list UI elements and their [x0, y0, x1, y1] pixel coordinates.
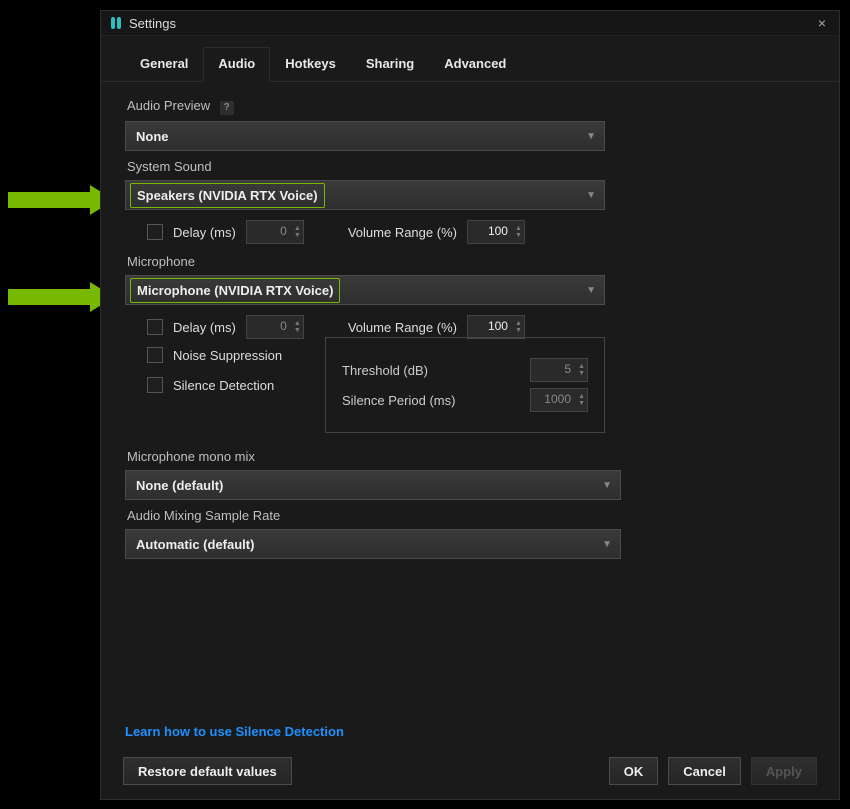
mono-mix-label: Microphone mono mix — [125, 447, 815, 470]
tab-hotkeys[interactable]: Hotkeys — [270, 47, 351, 82]
mic-delay-value: 0 — [280, 319, 287, 333]
microphone-value: Microphone (NVIDIA RTX Voice) — [130, 278, 340, 303]
system-delay-label: Delay (ms) — [173, 225, 236, 240]
mono-mix-select[interactable]: None (default) ▼ — [125, 470, 621, 500]
dialog-footer: Restore default values OK Cancel Apply — [101, 747, 839, 799]
threshold-label: Threshold (dB) — [342, 363, 428, 378]
noise-suppression-label: Noise Suppression — [173, 348, 282, 363]
threshold-value: 5 — [564, 362, 571, 376]
system-volume-label: Volume Range (%) — [348, 225, 457, 240]
apply-button[interactable]: Apply — [751, 757, 817, 785]
chevron-down-icon: ▼ — [586, 181, 596, 209]
noise-suppression-checkbox[interactable] — [147, 347, 163, 363]
silence-period-label: Silence Period (ms) — [342, 393, 455, 408]
close-icon[interactable]: × — [813, 15, 831, 31]
sample-rate-value: Automatic (default) — [136, 537, 254, 552]
system-delay-stepper[interactable]: 0 ▲▼ — [246, 220, 304, 244]
audio-preview-text: Audio Preview — [127, 98, 210, 113]
restore-defaults-button[interactable]: Restore default values — [123, 757, 292, 785]
app-logo-icon — [109, 16, 123, 30]
window-title: Settings — [129, 16, 813, 31]
system-sound-label: System Sound — [125, 157, 815, 180]
system-volume-stepper[interactable]: 100 ▲▼ — [467, 220, 525, 244]
sample-rate-select[interactable]: Automatic (default) ▼ — [125, 529, 621, 559]
microphone-select[interactable]: Microphone (NVIDIA RTX Voice) ▼ — [125, 275, 605, 305]
mic-delay-checkbox[interactable] — [147, 319, 163, 335]
titlebar: Settings × — [101, 11, 839, 36]
silence-detection-link[interactable]: Learn how to use Silence Detection — [125, 720, 344, 743]
mic-delay-label: Delay (ms) — [173, 320, 236, 335]
system-sound-select[interactable]: Speakers (NVIDIA RTX Voice) ▼ — [125, 180, 605, 210]
cancel-button[interactable]: Cancel — [668, 757, 741, 785]
chevron-down-icon: ▼ — [602, 530, 612, 558]
microphone-label: Microphone — [125, 252, 815, 275]
system-volume-value: 100 — [488, 224, 508, 238]
audio-preview-select[interactable]: None ▼ — [125, 121, 605, 151]
silence-detection-checkbox[interactable] — [147, 377, 163, 393]
tab-bar: General Audio Hotkeys Sharing Advanced — [101, 36, 839, 82]
stepper-arrows-icon: ▲▼ — [510, 316, 522, 338]
sample-rate-label: Audio Mixing Sample Rate — [125, 506, 815, 529]
stepper-arrows-icon: ▲▼ — [573, 389, 585, 411]
chevron-down-icon: ▼ — [602, 471, 612, 499]
system-delay-checkbox[interactable] — [147, 224, 163, 240]
mono-mix-value: None (default) — [136, 478, 223, 493]
tab-sharing[interactable]: Sharing — [351, 47, 429, 82]
audio-preview-label: Audio Preview ? — [125, 96, 815, 121]
system-sound-value: Speakers (NVIDIA RTX Voice) — [130, 183, 325, 208]
tab-general[interactable]: General — [125, 47, 203, 82]
help-icon[interactable]: ? — [220, 101, 234, 115]
mic-volume-value: 100 — [488, 319, 508, 333]
stepper-arrows-icon: ▲▼ — [573, 359, 585, 381]
stepper-arrows-icon: ▲▼ — [289, 316, 301, 338]
chevron-down-icon: ▼ — [586, 122, 596, 150]
settings-dialog: Settings × General Audio Hotkeys Sharing… — [100, 10, 840, 800]
tab-audio[interactable]: Audio — [203, 47, 270, 82]
mic-delay-stepper[interactable]: 0 ▲▼ — [246, 315, 304, 339]
audio-preview-value: None — [136, 129, 169, 144]
stepper-arrows-icon: ▲▼ — [289, 221, 301, 243]
silence-detection-label: Silence Detection — [173, 378, 274, 393]
system-delay-value: 0 — [280, 224, 287, 238]
mic-volume-stepper[interactable]: 100 ▲▼ — [467, 315, 525, 339]
silence-detection-panel: Threshold (dB) 5 ▲▼ Silence Period (ms) … — [325, 337, 605, 433]
stepper-arrows-icon: ▲▼ — [510, 221, 522, 243]
mic-volume-label: Volume Range (%) — [348, 320, 457, 335]
silence-period-stepper[interactable]: 1000 ▲▼ — [530, 388, 588, 412]
chevron-down-icon: ▼ — [586, 276, 596, 304]
ok-button[interactable]: OK — [609, 757, 659, 785]
threshold-stepper[interactable]: 5 ▲▼ — [530, 358, 588, 382]
audio-content: Audio Preview ? None ▼ System Sound Spea… — [101, 82, 839, 747]
silence-period-value: 1000 — [544, 392, 571, 406]
tab-advanced[interactable]: Advanced — [429, 47, 521, 82]
